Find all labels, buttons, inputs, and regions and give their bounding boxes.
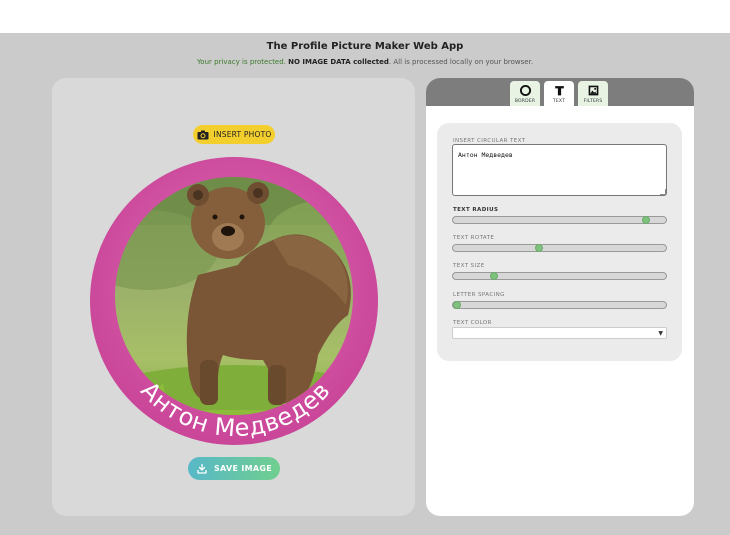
tab-bar: BORDER TEXT FILTERS — [426, 78, 694, 106]
text-radius-slider[interactable] — [452, 216, 667, 224]
page-title: The Profile Picture Maker Web App — [266, 41, 464, 52]
privacy-text-end: . All is processed locally on your brows… — [388, 58, 534, 66]
text-radius-label: TEXT RADIUS — [453, 207, 499, 213]
text-color-label: TEXT COLOR — [453, 320, 492, 326]
tab-border-label: BORDER — [514, 99, 536, 104]
chevron-down-icon: ▼ — [658, 330, 663, 337]
text-size-slider[interactable] — [452, 272, 667, 280]
privacy-notice: Your privacy is protected. NO IMAGE DATA… — [0, 58, 730, 66]
save-image-label: SAVE IMAGE — [213, 464, 272, 473]
bear-photo — [115, 177, 353, 415]
letter-spacing-label: LETTER SPACING — [453, 292, 505, 298]
filter-image-icon — [588, 85, 598, 96]
privacy-bold-text: NO IMAGE DATA collected — [288, 58, 389, 66]
tab-filters-label: FILTERS — [583, 99, 603, 104]
insert-photo-button[interactable]: INSERT PHOTO — [193, 125, 275, 144]
save-image-button[interactable]: SAVE IMAGE — [188, 457, 280, 480]
text-size-thumb[interactable] — [489, 272, 498, 280]
privacy-text: Your privacy is protected. — [196, 58, 286, 66]
tab-text-label: TEXT — [552, 99, 566, 104]
text-color-select[interactable]: ▼ — [452, 327, 667, 339]
letter-spacing-thumb[interactable] — [453, 301, 461, 309]
camera-icon — [197, 130, 209, 139]
circle-icon — [519, 84, 531, 97]
text-rotate-slider[interactable] — [452, 244, 667, 252]
circular-text-input[interactable] — [452, 144, 667, 196]
tab-border[interactable]: BORDER — [510, 81, 540, 106]
letter-spacing-slider[interactable] — [452, 301, 667, 309]
text-radius-thumb[interactable] — [641, 216, 650, 224]
tab-filters[interactable]: FILTERS — [578, 81, 608, 106]
text-rotate-thumb[interactable] — [535, 244, 543, 252]
download-icon — [197, 463, 207, 474]
text-t-icon — [554, 86, 564, 96]
text-rotate-label: TEXT ROTATE — [453, 235, 495, 241]
tab-text[interactable]: TEXT — [544, 81, 574, 106]
profile-avatar-preview: Антон Медведев — [88, 155, 380, 447]
insert-photo-label: INSERT PHOTO — [213, 130, 272, 139]
textarea-resize-handle[interactable] — [660, 189, 666, 195]
text-size-label: TEXT SIZE — [453, 263, 485, 269]
